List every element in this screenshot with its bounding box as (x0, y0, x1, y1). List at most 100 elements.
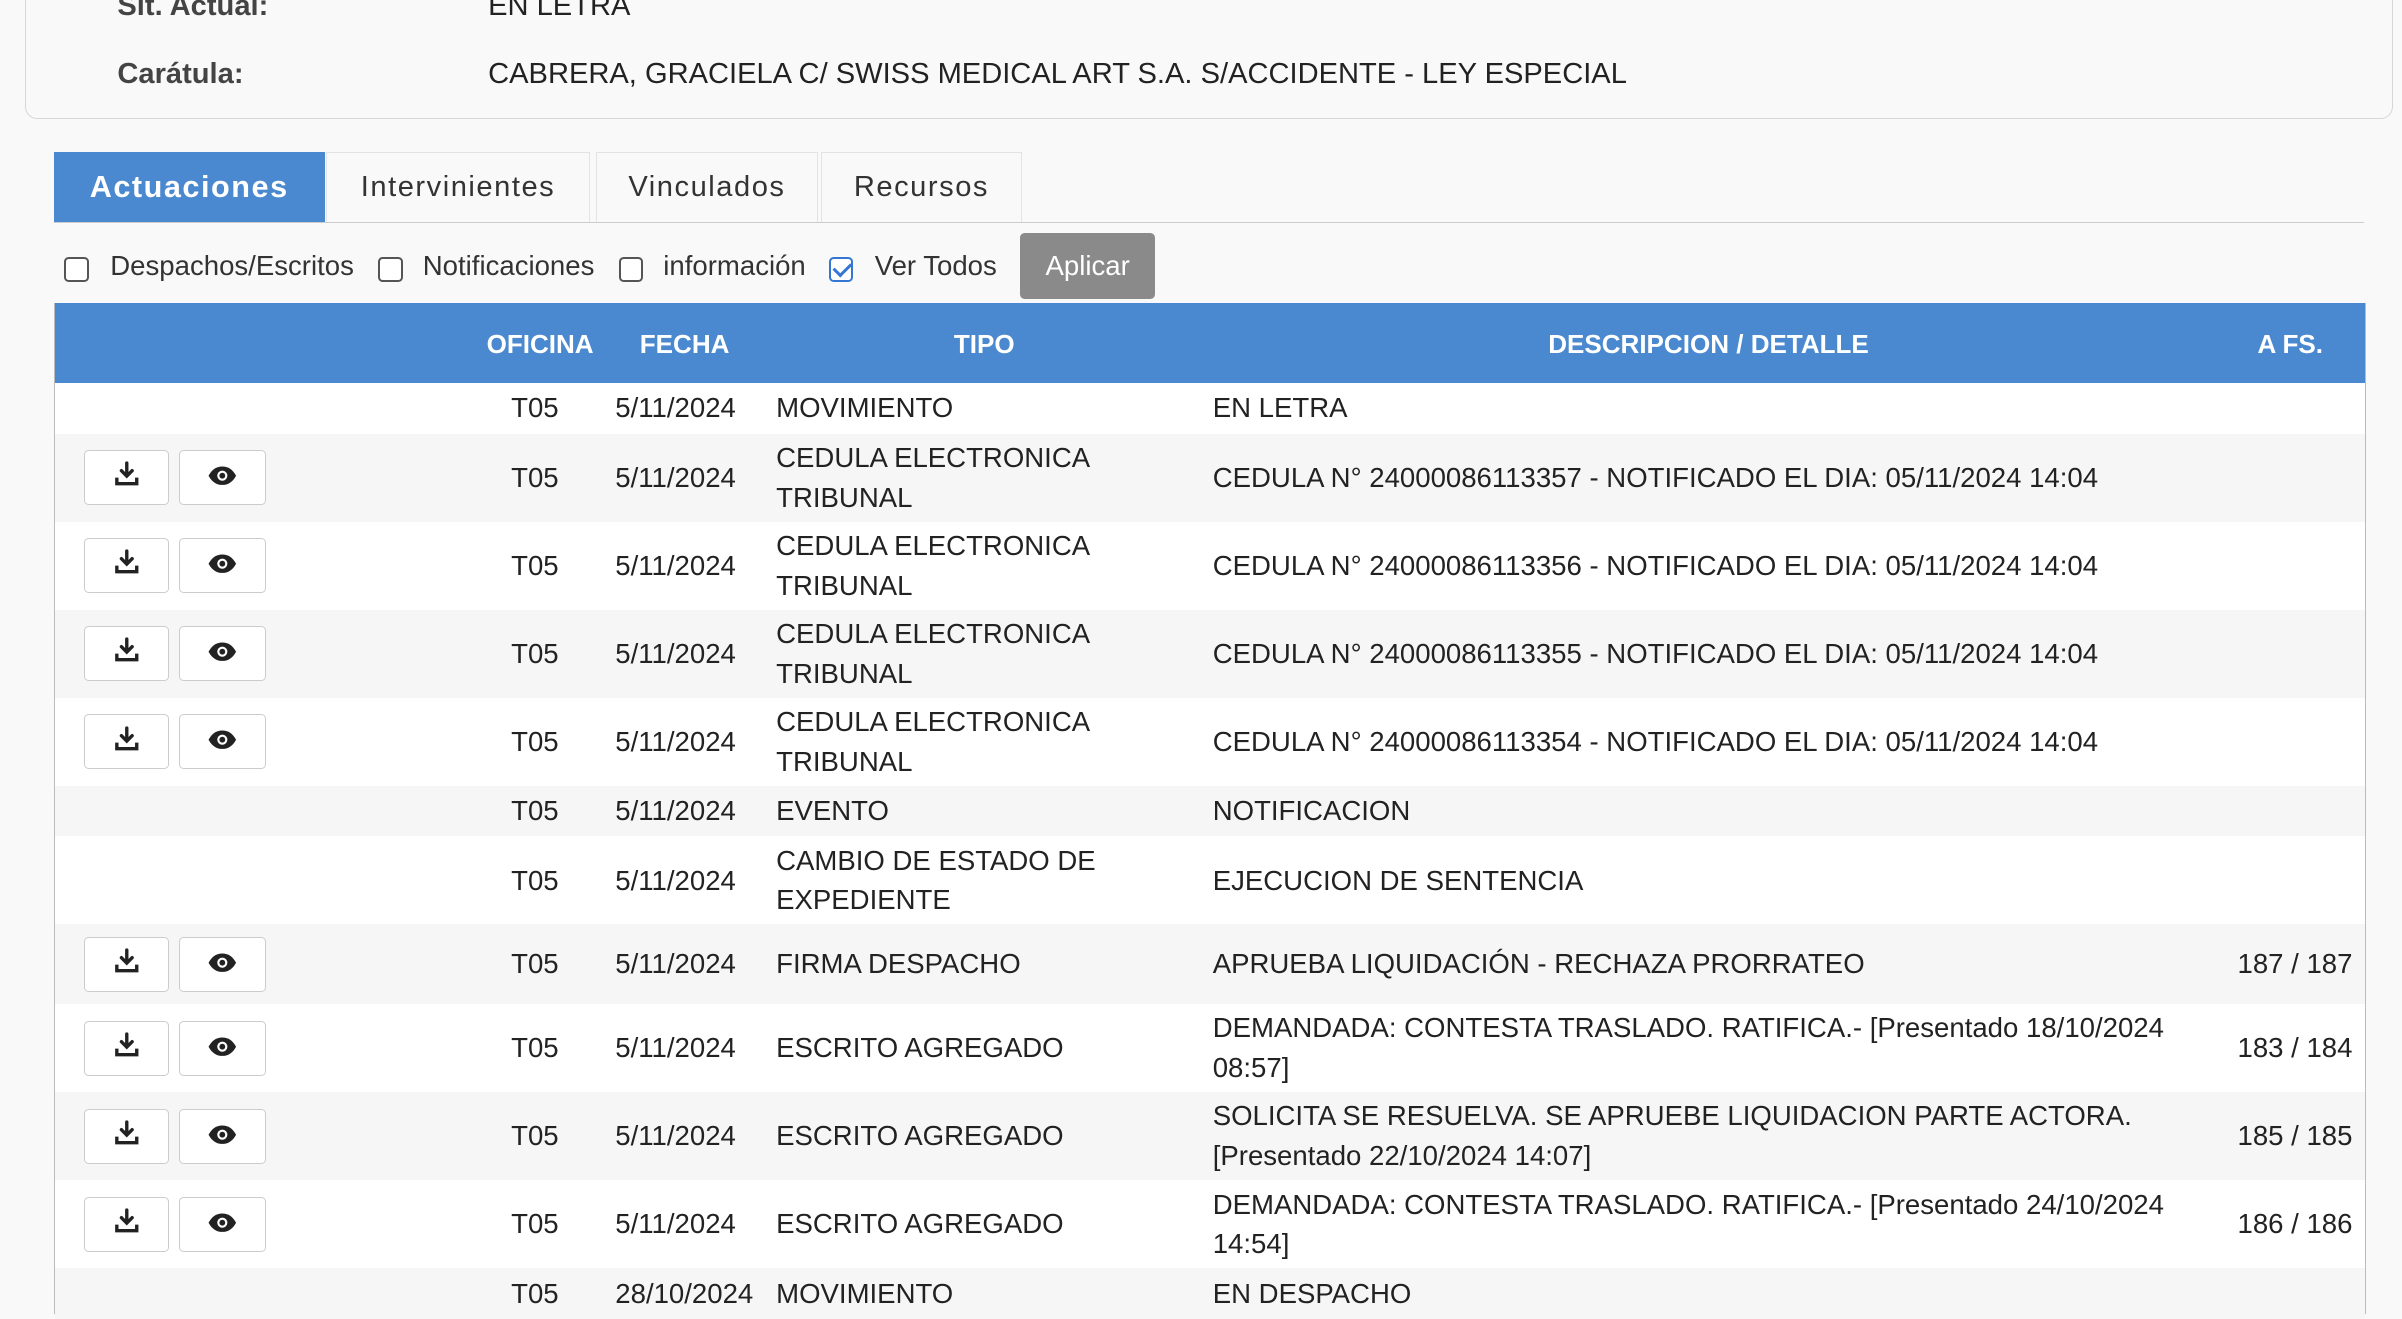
cell-fecha: 5/11/2024 (615, 725, 736, 757)
cell-tipo: MOVIMIENTO (776, 1274, 953, 1314)
cell-tipo-line: MOVIMIENTO (776, 1277, 954, 1309)
cell-tipo-line: TRIBUNAL (776, 481, 913, 513)
table-row: T05 5/11/2024 ESCRITO AGREGADO SOLICITA SE … (54, 1092, 2365, 1181)
cell-tipo-line: EXPEDIENTE (776, 884, 951, 916)
informacion-checkbox[interactable] (618, 257, 644, 282)
table-row: T05 5/11/2024 FIRMA DESPACHO APRUEBA LIQUID… (54, 924, 2365, 1005)
cell-tipo-line: CEDULA ELECTRONICA (776, 441, 1091, 473)
despachos-label[interactable]: Despachos/Escritos (110, 250, 354, 282)
notificaciones-label[interactable]: Notificaciones (423, 250, 595, 282)
view-button[interactable] (178, 538, 266, 594)
download-button[interactable] (83, 936, 170, 992)
cell-fecha: 5/11/2024 (615, 1120, 736, 1152)
download-button[interactable] (83, 626, 170, 682)
download-icon (113, 548, 141, 583)
view-button[interactable] (178, 449, 266, 506)
table-row: T05 28/10/2024 MOVIMIENTO EN DESPACHO (54, 1268, 2365, 1319)
header-oficina: OFICINA (486, 329, 594, 360)
tab-actuaciones[interactable]: Actuaciones (53, 151, 325, 223)
table-header: OFICINA FECHA TIPO DESCRIPCION / DETALLE… (54, 303, 2365, 383)
filter-bar: Despachos/Escritos Notificaciones inform… (61, 232, 1287, 300)
cell-tipo-line: FIRMA DESPACHO (776, 948, 1021, 980)
download-icon (113, 947, 141, 982)
table-row: T05 5/11/2024 CAMBIO DE ESTADO DE EXPEDIENT… (55, 836, 2365, 924)
cell-descripcion-line: SOLICITA SE RESUELVA. SE APRUEBE LIQUIDA… (1212, 1100, 2132, 1132)
download-button[interactable] (83, 538, 170, 594)
download-button[interactable] (83, 449, 170, 506)
eye-icon (207, 550, 238, 582)
cell-tipo: CEDULA ELECTRONICA TRIBUNAL (776, 702, 1090, 782)
table-row: T05 5/11/2024 CEDULA ELECTRONICA TRIBUNAL CE… (55, 522, 2365, 610)
cell-oficina: T05 (511, 461, 559, 493)
notificaciones-checkbox[interactable] (378, 257, 403, 282)
cell-tipo-line: CEDULA ELECTRONICA (776, 617, 1091, 649)
view-button[interactable] (178, 936, 266, 992)
cell-descripcion-line: CEDULA N° 24000086113356 - NOTIFICADO EL… (1212, 549, 2099, 581)
cell-tipo: ESCRITO AGREGADO (776, 1116, 1063, 1156)
aplicar-button[interactable]: Aplicar (1020, 232, 1156, 299)
download-icon (113, 1119, 141, 1154)
cell-tipo-line: MOVIMIENTO (776, 392, 954, 424)
download-button[interactable] (83, 714, 170, 770)
view-button[interactable] (178, 626, 266, 682)
cell-tipo: CEDULA ELECTRONICA TRIBUNAL (776, 438, 1090, 518)
eye-icon (207, 462, 238, 494)
download-button[interactable] (83, 1108, 170, 1164)
informacion-label[interactable]: información (663, 250, 805, 282)
cell-oficina: T05 (511, 1277, 559, 1309)
cell-descripcion: DEMANDADA: CONTESTA TRASLADO. RATIFICA.-… (1213, 1185, 2164, 1265)
eye-icon (207, 726, 238, 758)
case-info-card: Sit. Actual: EN LETRA Carátula: CABRERA,… (24, 0, 2393, 120)
cell-tipo: CEDULA ELECTRONICA TRIBUNAL (776, 526, 1090, 606)
cell-fecha: 28/10/2024 (615, 1277, 754, 1309)
cell-afs: 187 / 187 (2237, 948, 2353, 980)
view-button[interactable] (178, 1196, 266, 1252)
ver-todos-label[interactable]: Ver Todos (875, 250, 997, 282)
header-descripcion: DESCRIPCION / DETALLE (1548, 329, 1869, 360)
cell-descripcion-line: CEDULA N° 24000086113354 - NOTIFICADO EL… (1212, 725, 2099, 757)
cell-afs: 185 / 185 (2237, 1120, 2353, 1152)
view-button[interactable] (178, 714, 266, 770)
cell-descripcion: EN DESPACHO (1213, 1274, 1412, 1314)
header-tipo: TIPO (953, 329, 1015, 360)
cell-tipo: ESCRITO AGREGADO (776, 1204, 1063, 1244)
cell-fecha: 5/11/2024 (615, 1032, 736, 1064)
tab-vinculados[interactable]: Vinculados (595, 151, 819, 223)
download-button[interactable] (83, 1020, 170, 1076)
table-row: T05 5/11/2024 ESCRITO AGREGADO DEMANDADA: C… (55, 1004, 2365, 1092)
cell-descripcion-line: EJECUCION DE SENTENCIA (1212, 864, 1584, 896)
cell-tipo-line: CAMBIO DE ESTADO DE (776, 844, 1096, 876)
view-button[interactable] (178, 1020, 266, 1076)
sit-actual-label: Sit. Actual: (117, 0, 269, 23)
cell-descripcion-line: DEMANDADA: CONTESTA TRASLADO. RATIFICA.-… (1212, 1188, 2164, 1220)
cell-fecha: 5/11/2024 (615, 549, 736, 581)
cell-tipo-line: TRIBUNAL (776, 569, 913, 601)
cell-descripcion: CEDULA N° 24000086113355 - NOTIFICADO EL… (1213, 634, 2098, 674)
tab-recursos[interactable]: Recursos (821, 151, 1022, 223)
despachos-checkbox[interactable] (64, 257, 89, 282)
cell-oficina: T05 (511, 725, 559, 757)
cell-tipo: MOVIMIENTO (776, 388, 953, 428)
download-button[interactable] (83, 1196, 170, 1252)
cell-tipo-line: ESCRITO AGREGADO (776, 1208, 1064, 1240)
tab-intervinientes[interactable]: Intervinientes (326, 151, 590, 223)
table-row: T05 5/11/2024 MOVIMIENTO EN LETRA (55, 383, 2365, 434)
cell-tipo-line: EVENTO (776, 795, 889, 827)
cell-tipo-line: CEDULA ELECTRONICA (776, 529, 1091, 561)
cell-tipo-line: TRIBUNAL (776, 745, 913, 777)
cell-tipo-line: ESCRITO AGREGADO (776, 1120, 1064, 1152)
cell-descripcion-line: 08:57] (1212, 1052, 1290, 1084)
cell-descripcion: APRUEBA LIQUIDACIÓN - RECHAZA PRORRATEO (1213, 944, 1865, 984)
ver-todos-checkbox[interactable] (828, 257, 854, 282)
cell-tipo: CEDULA ELECTRONICA TRIBUNAL (776, 614, 1090, 694)
table-row: T05 5/11/2024 CEDULA ELECTRONICA TRIBUNAL CE… (54, 433, 2365, 522)
cell-afs: 186 / 186 (2237, 1208, 2353, 1240)
cell-descripcion: CEDULA N° 24000086113354 - NOTIFICADO EL… (1213, 722, 2098, 762)
cell-descripcion-line: APRUEBA LIQUIDACIÓN - RECHAZA PRORRATEO (1212, 948, 1865, 980)
view-button[interactable] (178, 1108, 266, 1164)
table-row: T05 5/11/2024 EVENTO NOTIFICACION (54, 785, 2365, 837)
cell-descripcion-line: CEDULA N° 24000086113357 - NOTIFICADO EL… (1212, 461, 2099, 493)
cell-tipo: ESCRITO AGREGADO (776, 1028, 1063, 1068)
table-row: T05 5/11/2024 ESCRITO AGREGADO DEMANDADA: C… (55, 1180, 2365, 1268)
cell-fecha: 5/11/2024 (615, 795, 736, 827)
